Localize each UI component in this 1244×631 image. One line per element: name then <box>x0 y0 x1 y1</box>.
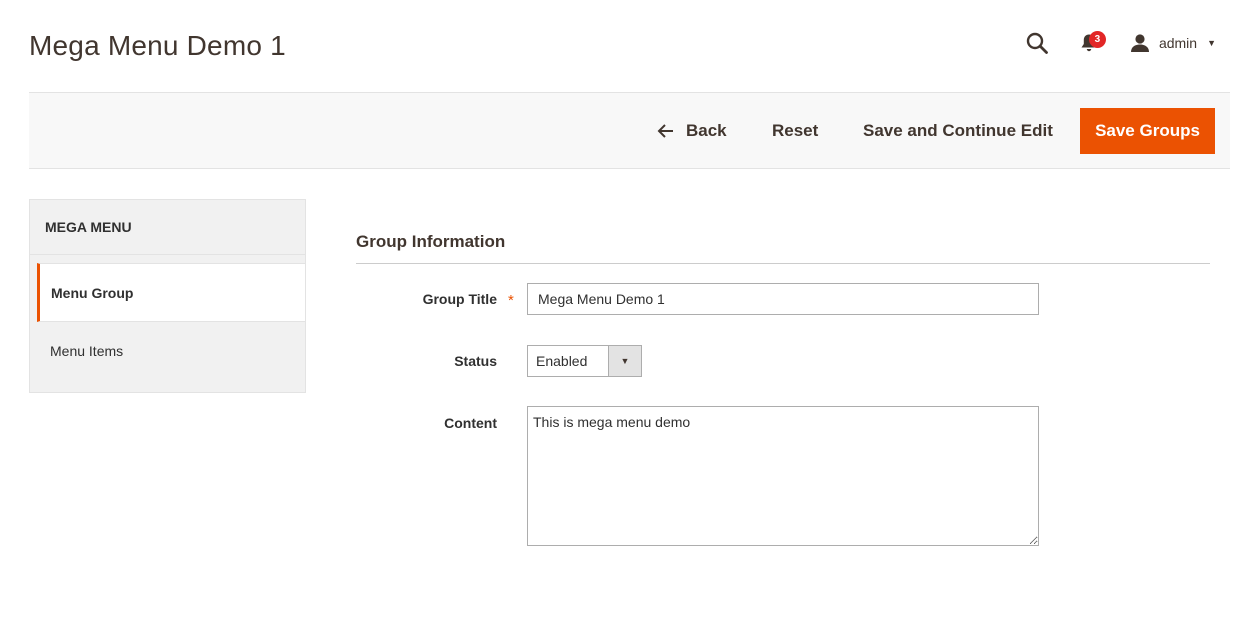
status-label: Status <box>454 353 497 369</box>
sidebar-nav: MEGA MENU Menu Group Menu Items <box>29 199 306 393</box>
search-button[interactable] <box>1024 28 1050 58</box>
user-menu-button[interactable]: admin ▼ <box>1130 34 1216 52</box>
back-label: Back <box>686 121 727 140</box>
status-select[interactable]: Enabled ▼ <box>527 345 642 377</box>
chevron-down-icon: ▼ <box>608 346 641 376</box>
group-title-label: Group Title <box>422 291 497 307</box>
save-and-continue-button[interactable]: Save and Continue Edit <box>863 108 1053 154</box>
status-select-value: Enabled <box>536 353 588 369</box>
page-actions-bar: Back Reset Save and Continue Edit Save G… <box>29 92 1230 169</box>
page-title: Mega Menu Demo 1 <box>29 30 286 61</box>
sidebar-item-menu-group[interactable]: Menu Group <box>37 263 305 322</box>
section-divider <box>356 263 1210 264</box>
group-title-input[interactable] <box>527 283 1039 315</box>
back-button[interactable]: Back <box>657 108 727 154</box>
content-label: Content <box>444 415 497 431</box>
required-indicator: * <box>508 292 514 309</box>
search-icon <box>1026 32 1048 54</box>
section-title: Group Information <box>356 232 506 251</box>
sidebar-item-menu-items[interactable]: Menu Items <box>30 322 305 379</box>
content-textarea[interactable]: This is mega menu demo <box>527 406 1039 546</box>
chevron-down-icon: ▼ <box>1207 38 1216 48</box>
arrow-left-icon <box>657 124 673 138</box>
reset-button[interactable]: Reset <box>772 108 818 154</box>
save-groups-button[interactable]: Save Groups <box>1080 108 1215 154</box>
notifications-button[interactable]: 3 <box>1076 28 1106 58</box>
header-actions: 3 admin ▼ <box>1024 28 1216 58</box>
sidebar-title: MEGA MENU <box>30 200 305 255</box>
user-name: admin <box>1158 35 1198 51</box>
user-icon <box>1130 34 1149 52</box>
notification-count-badge: 3 <box>1088 31 1106 48</box>
